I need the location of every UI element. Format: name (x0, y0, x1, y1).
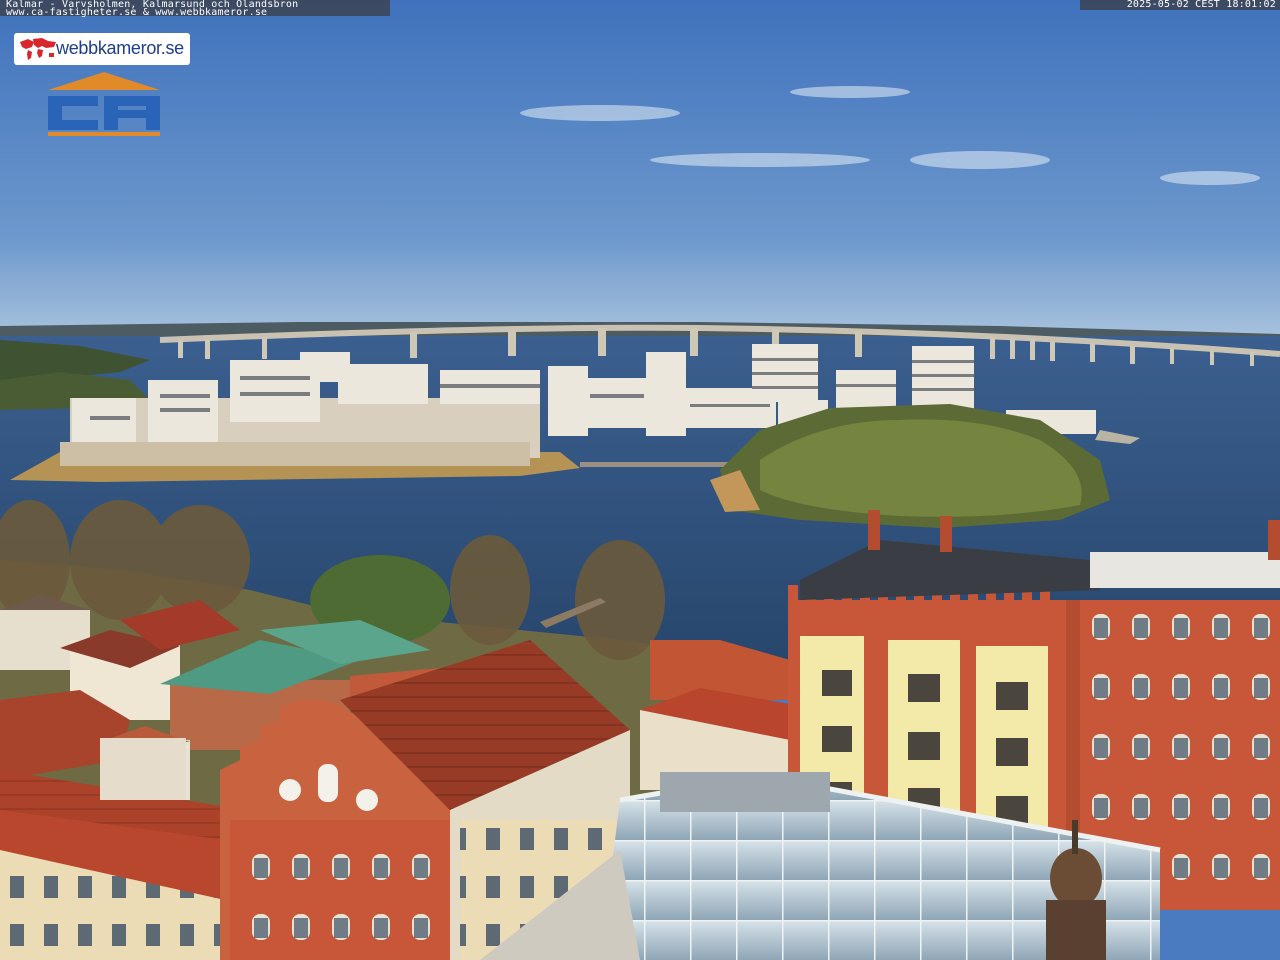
world-map-icon (20, 38, 56, 60)
ca-letters (48, 96, 160, 130)
ca-logo (48, 72, 160, 136)
webcam-photo (0, 0, 1280, 960)
webbkameror-text: webbkameror.se (56, 38, 184, 58)
camera-website-caption: www.ca-fastigheter.se & www.webbkameror.… (6, 7, 268, 18)
timestamp: 2025-05-02 CEST 18:01:02 (1126, 0, 1276, 10)
timestamp-bar: 2025-05-02 CEST 18:01:02 (1080, 0, 1280, 10)
webcam-view: Kalmar - Varvsholmen, Kalmarsund och Öla… (0, 0, 1280, 960)
house-roof-icon (48, 72, 160, 90)
caption-bar: Kalmar - Varvsholmen, Kalmarsund och Öla… (0, 0, 390, 18)
webbkameror-logo: webbkameror.se (14, 33, 190, 65)
sky (0, 0, 1280, 340)
building-middle (640, 640, 790, 790)
